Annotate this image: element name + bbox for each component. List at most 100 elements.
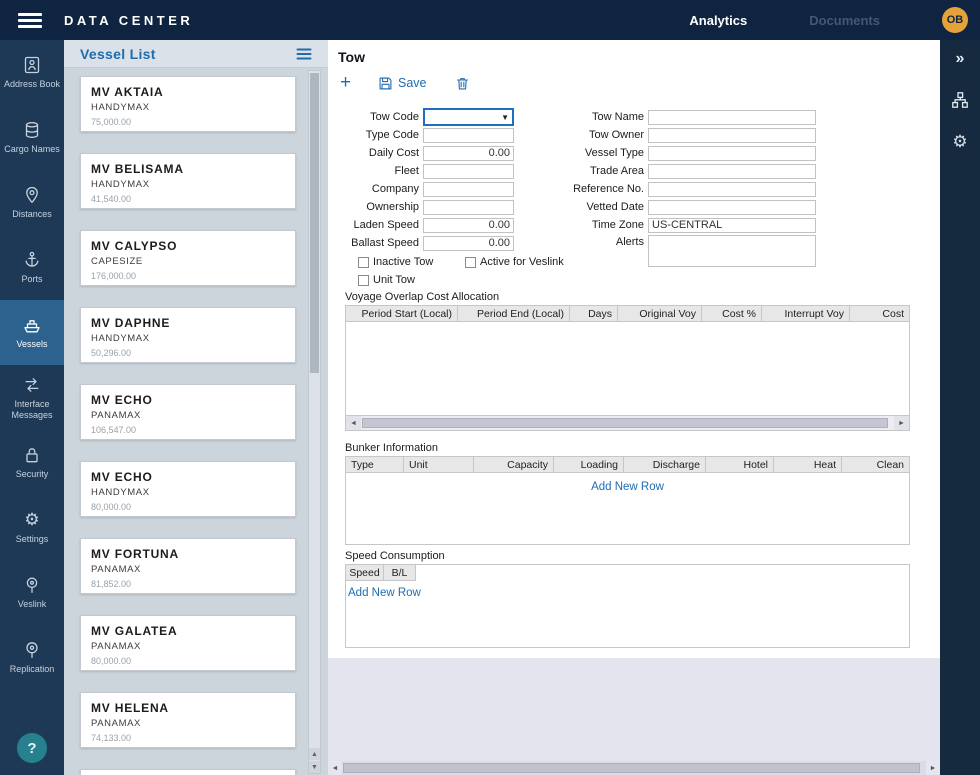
column-header[interactable]: Period End (Local)	[458, 306, 570, 321]
vessel-name: MV CALYPSO	[91, 239, 285, 253]
unit-tow-checkbox[interactable]	[358, 275, 369, 286]
daily-cost-label: Daily Cost	[338, 147, 423, 159]
collapse-panel-icon[interactable]: »	[956, 50, 965, 68]
vessel-card[interactable]	[80, 769, 296, 775]
speed-table-header: SpeedB/L	[346, 565, 909, 581]
tow-code-label: Tow Code	[338, 111, 423, 123]
column-header[interactable]: Loading	[554, 457, 624, 472]
page-title: Tow	[338, 49, 940, 65]
column-header[interactable]: Type	[346, 457, 404, 472]
column-header[interactable]: Speed	[346, 565, 384, 581]
vessel-card[interactable]: MV FORTUNA PANAMAX 81,852.00	[80, 538, 296, 594]
vessel-type: PANAMAX	[91, 718, 285, 729]
tow-code-select[interactable]: ▼	[423, 108, 514, 126]
ballast-speed-label: Ballast Speed	[338, 237, 423, 249]
analytics-panel-icon[interactable]	[950, 90, 970, 110]
column-header[interactable]: Cost %	[702, 306, 762, 321]
inactive-tow-checkbox[interactable]	[358, 257, 369, 268]
scroll-left-button[interactable]: ◄	[328, 761, 342, 775]
sidebar-item-security[interactable]: Security	[0, 430, 64, 495]
vessel-card[interactable]: MV BELISAMA HANDYMAX 41,540.00	[80, 153, 296, 209]
toolbar: + Save	[340, 69, 940, 97]
scroll-down-button[interactable]: ▼	[309, 761, 320, 773]
main-hscrollbar[interactable]: ◄ ►	[328, 761, 940, 775]
sidebar-item-distances[interactable]: Distances	[0, 170, 64, 235]
active-for-veslink-checkbox[interactable]	[465, 257, 476, 268]
scrollbar-thumb[interactable]	[362, 418, 888, 428]
speed-add-new-row-link[interactable]: Add New Row	[348, 587, 909, 599]
column-header[interactable]: Days	[570, 306, 618, 321]
sidebar-item-settings[interactable]: ⚙ Settings	[0, 495, 64, 560]
scroll-up-button[interactable]: ▲	[309, 748, 320, 760]
tow-form: Tow Code ▼ Type Code Daily Cost Fleet Co…	[328, 109, 940, 291]
alerts-input[interactable]	[648, 235, 816, 267]
trade-area-input[interactable]	[648, 164, 816, 179]
company-input[interactable]	[423, 182, 514, 197]
distances-icon	[22, 185, 42, 205]
type-code-input[interactable]	[423, 128, 514, 143]
vessel-dwt: 106,547.00	[91, 425, 285, 435]
daily-cost-input[interactable]	[423, 146, 514, 161]
save-button[interactable]: Save	[378, 76, 427, 91]
avatar[interactable]: OB	[942, 7, 968, 33]
column-header[interactable]: B/L	[384, 565, 416, 581]
column-header[interactable]: Unit	[404, 457, 474, 472]
column-header[interactable]: Clean	[842, 457, 909, 472]
sidebar-item-cargo-names[interactable]: Cargo Names	[0, 105, 64, 170]
sidebar-item-address-book[interactable]: Address Book	[0, 40, 64, 105]
vessel-type-input[interactable]	[648, 146, 816, 161]
column-header[interactable]: Interrupt Voy	[762, 306, 850, 321]
fleet-input[interactable]	[423, 164, 514, 179]
vessel-card[interactable]: MV CALYPSO CAPESIZE 176,000.00	[80, 230, 296, 286]
ownership-input[interactable]	[423, 200, 514, 215]
column-header[interactable]: Discharge	[624, 457, 706, 472]
sidebar-item-replication[interactable]: Replication	[0, 625, 64, 690]
column-header[interactable]: Cost	[850, 306, 909, 321]
laden-speed-input[interactable]	[423, 218, 514, 233]
dropdown-arrow-icon: ▼	[501, 113, 509, 122]
scroll-left-button[interactable]: ◄	[346, 416, 361, 430]
vessel-card[interactable]: MV AKTAIA HANDYMAX 75,000.00	[80, 76, 296, 132]
vessel-type: HANDYMAX	[91, 179, 285, 190]
nav-analytics[interactable]: Analytics	[689, 13, 747, 28]
tow-owner-input[interactable]	[648, 128, 816, 143]
ballast-speed-input[interactable]	[423, 236, 514, 251]
sidebar-item-interface-messages[interactable]: Interface Messages	[0, 365, 64, 430]
scrollbar-thumb[interactable]	[310, 73, 319, 373]
column-header[interactable]: Capacity	[474, 457, 554, 472]
list-view-icon[interactable]	[296, 47, 312, 61]
tow-name-input[interactable]	[648, 110, 816, 125]
time-zone-input[interactable]	[648, 218, 816, 233]
sidebar-item-veslink[interactable]: Veslink	[0, 560, 64, 625]
scroll-right-button[interactable]: ►	[926, 761, 940, 775]
type-code-label: Type Code	[338, 129, 423, 141]
top-bar: DATA CENTER Analytics Documents OB	[0, 0, 980, 40]
column-header[interactable]: Original Voy	[618, 306, 702, 321]
voyage-table-hscrollbar[interactable]: ◄ ►	[345, 416, 910, 431]
menu-icon[interactable]	[18, 13, 42, 28]
column-header[interactable]: Hotel	[706, 457, 774, 472]
vessel-card[interactable]: MV GALATEA PANAMAX 80,000.00	[80, 615, 296, 671]
reference-no-input[interactable]	[648, 182, 816, 197]
add-button[interactable]: +	[340, 73, 356, 93]
lock-icon	[22, 445, 42, 465]
voyage-overlap-section: Voyage Overlap Cost Allocation Period St…	[345, 291, 910, 431]
sidebar-item-ports[interactable]: Ports	[0, 235, 64, 300]
help-button[interactable]: ?	[17, 733, 47, 763]
sidebar-item-vessels[interactable]: Vessels	[0, 300, 64, 365]
vessel-card[interactable]: MV DAPHNE HANDYMAX 50,296.00	[80, 307, 296, 363]
bunker-add-new-row-link[interactable]: Add New Row	[591, 481, 664, 493]
voyage-table-body[interactable]	[345, 322, 910, 416]
nav-documents[interactable]: Documents	[809, 13, 880, 28]
vessel-card[interactable]: MV ECHO PANAMAX 106,547.00	[80, 384, 296, 440]
column-header[interactable]: Heat	[774, 457, 842, 472]
vessel-list-scrollbar[interactable]: ▲ ▼	[308, 70, 321, 774]
vessel-card[interactable]: MV HELENA PANAMAX 74,133.00	[80, 692, 296, 748]
scrollbar-thumb[interactable]	[343, 763, 920, 773]
vetted-date-input[interactable]	[648, 200, 816, 215]
scroll-right-button[interactable]: ►	[894, 416, 909, 430]
delete-button[interactable]	[455, 76, 470, 91]
settings-panel-icon[interactable]: ⚙	[952, 132, 967, 152]
vessel-card[interactable]: MV ECHO HANDYMAX 80,000.00	[80, 461, 296, 517]
column-header[interactable]: Period Start (Local)	[346, 306, 458, 321]
